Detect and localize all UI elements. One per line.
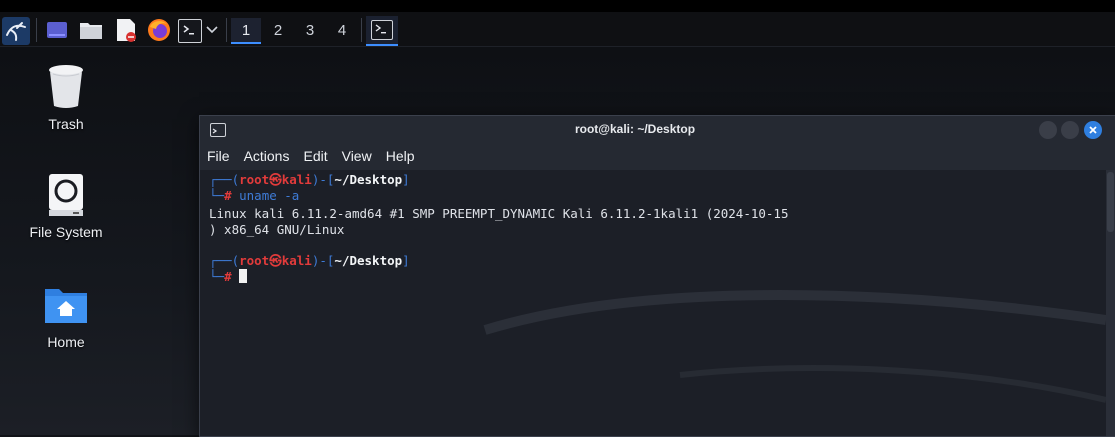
terminal-icon[interactable] (178, 19, 202, 43)
workspace-4[interactable]: 4 (327, 18, 357, 42)
minimize-button[interactable] (1039, 121, 1057, 139)
desktop-icon-label: Home (47, 334, 85, 350)
menu-help[interactable]: Help (379, 144, 422, 170)
firefox-icon[interactable] (146, 17, 172, 43)
output-line: ) x86_64 GNU/Linux (209, 222, 345, 237)
panel-separator (361, 18, 362, 42)
close-icon (1089, 126, 1097, 134)
input-line[interactable]: └─# (209, 269, 248, 285)
desktop-icon-trash[interactable]: Trash (11, 62, 121, 132)
menu-view[interactable]: View (335, 144, 379, 170)
close-button[interactable] (1084, 121, 1102, 139)
workspace-1[interactable]: 1 (231, 18, 261, 44)
window-title: root@kali: ~/Desktop (574, 122, 696, 136)
desktop-icon-home[interactable]: Home (11, 284, 121, 350)
desktop-icon-label: Trash (48, 116, 84, 132)
taskbar-terminal-window[interactable] (366, 16, 398, 46)
panel-separator (226, 18, 227, 42)
output-line: Linux kali 6.11.2-amd64 #1 SMP PREEMPT_D… (209, 206, 789, 221)
text-editor-icon[interactable] (114, 17, 138, 43)
panel-top-strip (0, 0, 1115, 12)
window-titlebar[interactable]: root@kali: ~/Desktop (200, 116, 1115, 144)
home-folder-icon (11, 284, 121, 328)
terminal-icon (371, 20, 393, 40)
drive-icon (11, 172, 121, 218)
workspace-2[interactable]: 2 (263, 18, 293, 42)
top-panel: 1 2 3 4 (0, 0, 1115, 47)
desktop-icon-file-system[interactable]: File System (11, 172, 121, 240)
panel-separator (36, 18, 37, 42)
menu-file[interactable]: File (200, 144, 237, 170)
text-cursor (239, 269, 248, 283)
scrollbar-thumb[interactable] (1107, 172, 1114, 232)
terminal-window[interactable]: root@kali: ~/Desktop File Actions Edit V… (199, 115, 1115, 437)
prompt-line: ┌──(root㉿kali)-[~/Desktop] (209, 172, 410, 187)
workspace-3[interactable]: 3 (295, 18, 325, 42)
desktop-icon-label: File System (29, 224, 103, 240)
trash-icon (11, 62, 121, 110)
terminal-menubar: File Actions Edit View Help (200, 144, 1115, 170)
maximize-button[interactable] (1061, 121, 1079, 139)
menu-actions[interactable]: Actions (237, 144, 297, 170)
show-desktop-icon[interactable] (45, 19, 69, 41)
file-manager-icon[interactable] (78, 18, 104, 42)
kali-menu-icon[interactable] (2, 17, 30, 45)
command-line: └─# uname -a (209, 188, 300, 203)
terminal-output[interactable]: ┌──(root㉿kali)-[~/Desktop] └─# uname -a … (200, 170, 1106, 436)
chevron-down-icon[interactable] (204, 22, 220, 38)
menu-edit[interactable]: Edit (296, 144, 334, 170)
prompt-line: ┌──(root㉿kali)-[~/Desktop] (209, 253, 410, 268)
